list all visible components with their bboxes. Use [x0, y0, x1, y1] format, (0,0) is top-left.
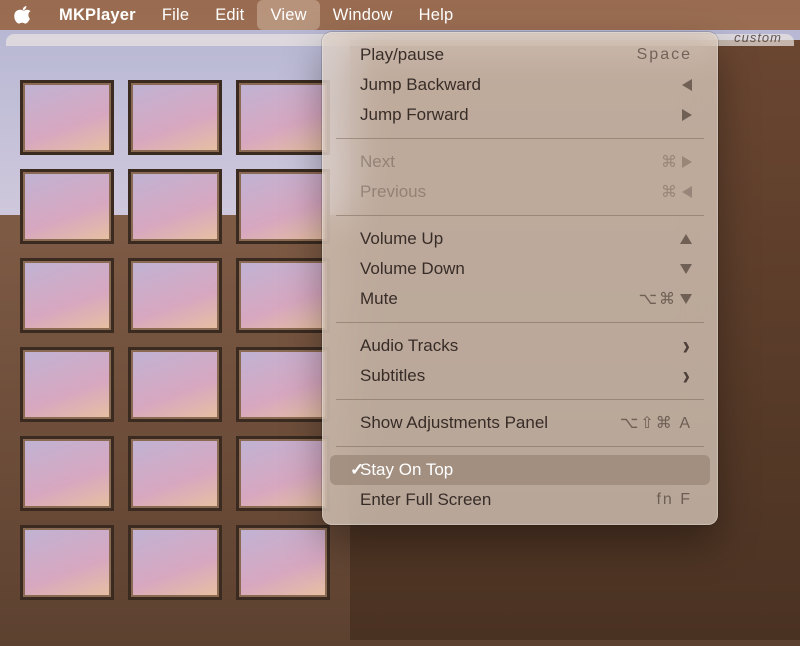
menu-item-label: Next: [360, 152, 661, 172]
menu-item-mute[interactable]: Mute⌥⌘: [330, 284, 710, 314]
menu-item-jump-forward[interactable]: Jump Forward: [330, 100, 710, 130]
menu-separator: [336, 138, 704, 139]
menu-item-label: Show Adjustments Panel: [360, 413, 620, 433]
menu-item-jump-backward[interactable]: Jump Backward: [330, 70, 710, 100]
menu-item-shortcut: ⌥⌘: [639, 289, 692, 309]
menu-item-shortcut: Space: [637, 46, 692, 64]
menu-item-next: Next⌘: [330, 147, 710, 177]
menu-separator: [336, 215, 704, 216]
titlebar-custom-label: custom: [734, 30, 782, 45]
menu-separator: [336, 446, 704, 447]
menubar: MKPlayer FileEditViewWindowHelp: [0, 0, 800, 30]
submenu-arrow-icon: [683, 363, 692, 389]
menu-item-shortcut: [682, 79, 692, 91]
menu-item-label: Volume Up: [360, 229, 680, 249]
submenu-arrow-icon: [683, 333, 692, 359]
menu-item-label: Mute: [360, 289, 639, 309]
tri-right-icon: [682, 109, 692, 121]
menubar-item-file[interactable]: File: [149, 0, 202, 30]
menu-item-label: Volume Down: [360, 259, 680, 279]
menubar-item-window[interactable]: Window: [320, 0, 406, 30]
menu-item-play-pause[interactable]: Play/pauseSpace: [330, 40, 710, 70]
menu-item-shortcut: fn F: [656, 491, 692, 509]
menu-item-shortcut: [682, 109, 692, 121]
checkmark-icon: ✓: [350, 460, 364, 480]
tri-left-icon: [682, 186, 692, 198]
tri-down-icon: [680, 264, 692, 274]
menu-item-label: Play/pause: [360, 45, 637, 65]
menu-item-enter-full-screen[interactable]: Enter Full Screenfn F: [330, 485, 710, 515]
menu-item-label: Audio Tracks: [360, 336, 683, 356]
menu-item-label: Stay On Top: [360, 460, 692, 480]
menu-item-shortcut: ⌘: [661, 152, 692, 172]
menu-item-shortcut: [680, 264, 692, 274]
menu-item-label: Subtitles: [360, 366, 683, 386]
menu-separator: [336, 322, 704, 323]
tri-down-icon: [680, 294, 692, 304]
menu-item-shortcut: [680, 234, 692, 244]
tri-left-icon: [682, 79, 692, 91]
menu-item-show-adjustments-panel[interactable]: Show Adjustments Panel⌥⇧⌘ A: [330, 408, 710, 438]
apple-logo-icon[interactable]: [14, 6, 32, 24]
tri-up-icon: [680, 234, 692, 244]
menubar-app-name[interactable]: MKPlayer: [46, 0, 149, 30]
menu-item-stay-on-top[interactable]: ✓Stay On Top: [330, 455, 710, 485]
menu-item-label: Previous: [360, 182, 661, 202]
view-menu-dropdown: Play/pauseSpace Jump Backward Jump Forward…: [322, 32, 718, 525]
menubar-item-help[interactable]: Help: [406, 0, 467, 30]
menu-item-previous: Previous⌘: [330, 177, 710, 207]
menubar-item-edit[interactable]: Edit: [202, 0, 257, 30]
menu-separator: [336, 399, 704, 400]
menu-item-volume-down[interactable]: Volume Down: [330, 254, 710, 284]
menu-item-label: Jump Forward: [360, 105, 682, 125]
menu-item-volume-up[interactable]: Volume Up: [330, 224, 710, 254]
menu-item-label: Jump Backward: [360, 75, 682, 95]
tri-right-icon: [682, 156, 692, 168]
menu-item-shortcut: ⌥⇧⌘ A: [620, 413, 692, 433]
menu-item-shortcut: ⌘: [661, 182, 692, 202]
menubar-item-view[interactable]: View: [257, 0, 319, 30]
menu-item-subtitles[interactable]: Subtitles: [330, 361, 710, 391]
menu-item-label: Enter Full Screen: [360, 490, 656, 510]
menu-item-audio-tracks[interactable]: Audio Tracks: [330, 331, 710, 361]
